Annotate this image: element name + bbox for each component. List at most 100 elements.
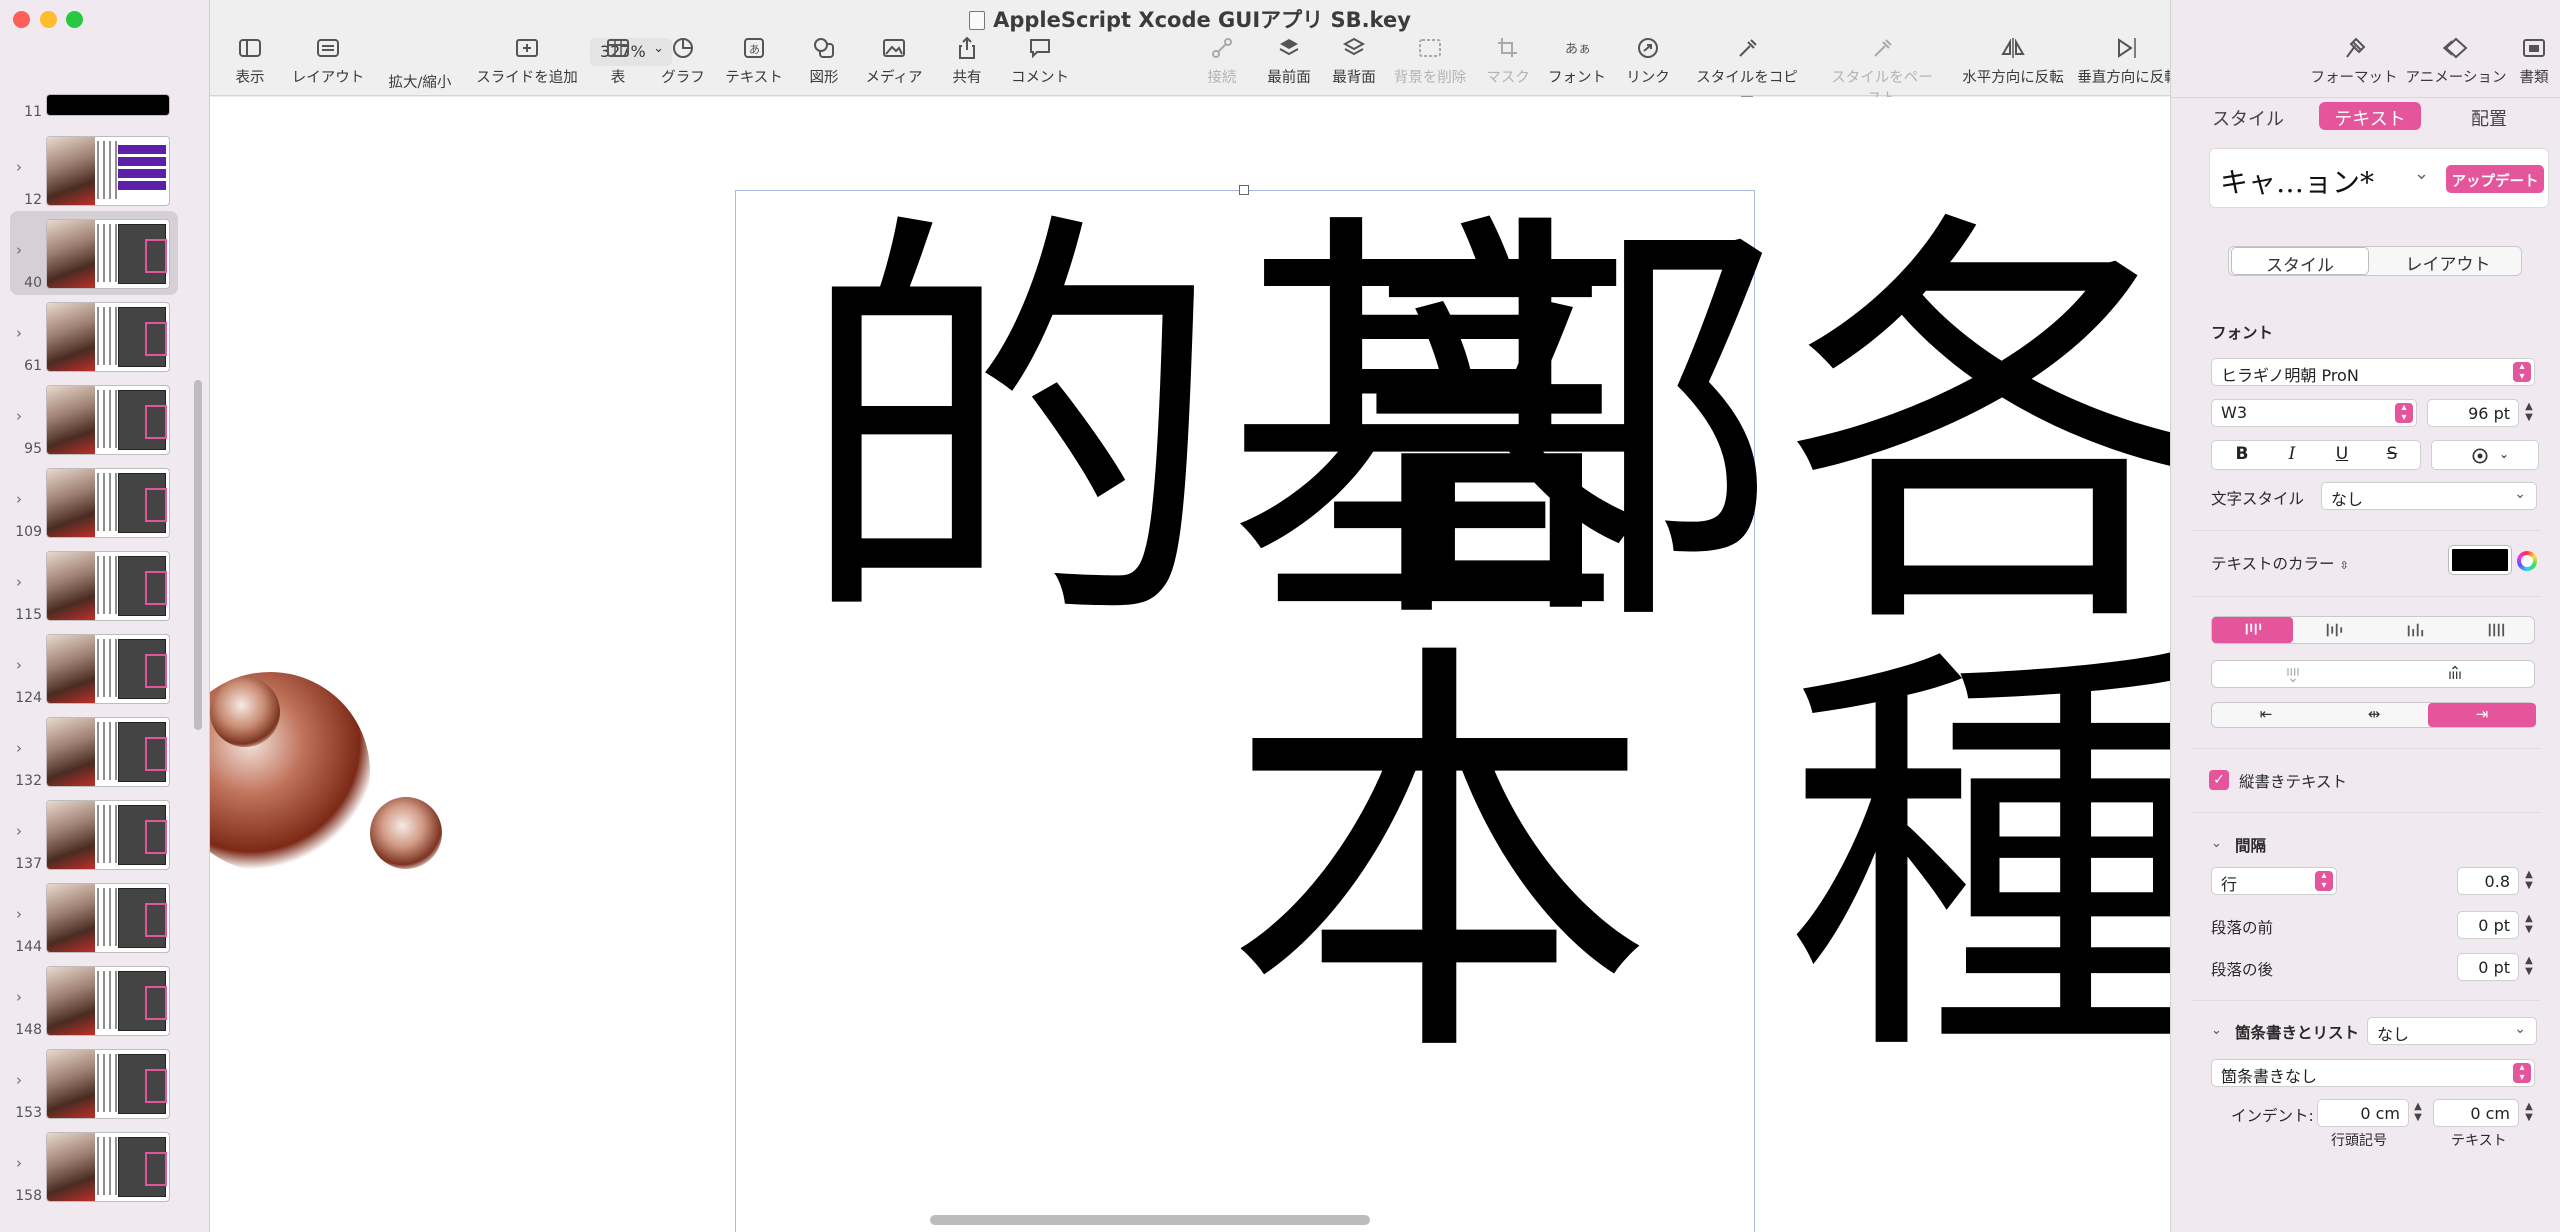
disclosure-chevron-icon[interactable]: ›	[16, 656, 22, 674]
slide-thumbnail-row[interactable]: › 144	[0, 875, 210, 959]
direction-left-button[interactable]: ⇤	[2212, 703, 2320, 727]
align-center-button[interactable]	[2293, 617, 2374, 643]
slide-thumbnail[interactable]	[46, 219, 170, 289]
resize-handle[interactable]	[1239, 185, 1249, 195]
align-top-button[interactable]	[2212, 617, 2293, 643]
line-spacing-field[interactable]: 0.8	[2457, 867, 2519, 895]
direction-right-button[interactable]: ⇥	[2428, 703, 2536, 727]
document-button[interactable]: 書類	[2479, 36, 2560, 87]
underline-button[interactable]: U	[2322, 444, 2362, 464]
slide-thumbnail[interactable]	[46, 136, 170, 206]
text-options-button[interactable]: ⌄	[2431, 440, 2539, 470]
bold-button[interactable]: B	[2222, 444, 2262, 464]
strikethrough-button[interactable]: S	[2372, 444, 2412, 464]
disclosure-chevron-icon[interactable]: ›	[16, 739, 22, 757]
decrease-level-button[interactable]	[2212, 661, 2374, 687]
disclosure-chevron-icon[interactable]: ›	[16, 158, 22, 176]
disclosure-chevron-icon[interactable]: ›	[16, 988, 22, 1006]
line-spacing-stepper[interactable]: ▲ ▼	[2522, 869, 2536, 891]
slide-thumbnail-row[interactable]: › 12	[0, 128, 210, 212]
update-button[interactable]: アップデート	[2446, 165, 2544, 193]
disclosure-chevron-icon[interactable]: ›	[16, 573, 22, 591]
increase-level-button[interactable]	[2374, 661, 2536, 687]
comment-button[interactable]: コメント	[985, 36, 1095, 87]
slide-thumbnail-row[interactable]: › 95	[0, 377, 210, 461]
space-before-field[interactable]: 0 pt	[2457, 911, 2519, 939]
font-size-stepper[interactable]: ▲ ▼	[2522, 401, 2536, 423]
text-color-well[interactable]	[2449, 546, 2511, 574]
flip-horizontal-button[interactable]: 水平方向に反転	[1958, 36, 2068, 87]
disclosure-chevron-icon[interactable]: ›	[16, 407, 22, 425]
text-color-label[interactable]: テキストのカラー ⇳	[2211, 552, 2349, 574]
slide-thumbnail-row[interactable]: › 40	[10, 211, 178, 295]
space-after-field[interactable]: 0 pt	[2457, 953, 2519, 981]
slide-thumbnail[interactable]	[46, 634, 170, 704]
slide-thumbnail[interactable]	[46, 385, 170, 455]
bullets-style-popup[interactable]: 箇条書きなし ▴ ▾	[2211, 1059, 2535, 1087]
slide-canvas[interactable]: 各種部 基本的	[210, 97, 2170, 1232]
slide-thumbnail-row[interactable]: › 132	[0, 709, 210, 793]
tab-text[interactable]: テキスト	[2319, 102, 2421, 130]
slide-thumbnail[interactable]	[46, 883, 170, 953]
slide-thumbnail[interactable]	[46, 717, 170, 787]
slide-thumbnail[interactable]	[46, 800, 170, 870]
font-family-popup[interactable]: ヒラギノ明朝 ProN ▴ ▾	[2211, 358, 2535, 386]
disclosure-chevron-icon[interactable]: ›	[16, 241, 22, 259]
paragraph-style-card[interactable]: キャ…ョン* ⌄ アップデート	[2209, 148, 2549, 208]
align-bottom-button[interactable]	[2374, 617, 2455, 643]
font-weight-popup[interactable]: W3 ▴ ▾	[2211, 399, 2417, 427]
subtab-layout[interactable]: レイアウト	[2375, 247, 2521, 275]
slide-thumbnail-row[interactable]: › 124	[0, 626, 210, 710]
indent-bullet-stepper[interactable]: ▲ ▼	[2411, 1101, 2425, 1123]
disclosure-chevron-icon[interactable]: ›	[16, 822, 22, 840]
slide-thumbnail-row[interactable]: › 61	[0, 294, 210, 378]
disclosure-chevron-icon[interactable]: ›	[16, 905, 22, 923]
space-before-stepper[interactable]: ▲ ▼	[2522, 913, 2536, 935]
flip-vertical-button[interactable]: 垂直方向に反転	[2073, 36, 2183, 87]
slide-thumbnail[interactable]	[46, 94, 170, 116]
align-justify-button[interactable]	[2455, 617, 2536, 643]
chevron-down-icon[interactable]: ⌄	[2211, 1023, 2222, 1038]
char-style-popup[interactable]: なし ⌄	[2321, 482, 2537, 510]
minimize-window-button[interactable]	[40, 11, 57, 28]
line-spacing-popup[interactable]: 行 ▴ ▾	[2211, 867, 2337, 895]
slide-thumbnail[interactable]	[46, 1132, 170, 1202]
indent-bullet-field[interactable]: 0 cm	[2317, 1099, 2409, 1127]
color-wheel-icon[interactable]	[2517, 551, 2537, 571]
disclosure-chevron-icon[interactable]: ›	[16, 490, 22, 508]
slide-thumbnail-row[interactable]: 11	[0, 60, 210, 126]
slide-thumbnail-row[interactable]: › 153	[0, 1041, 210, 1125]
disclosure-chevron-icon[interactable]: ›	[16, 324, 22, 342]
slide-thumbnail[interactable]	[46, 551, 170, 621]
slide-thumbnail-row[interactable]: › 148	[0, 958, 210, 1042]
direction-center-button[interactable]: ⇹	[2320, 703, 2428, 727]
indent-text-field[interactable]: 0 cm	[2433, 1099, 2519, 1127]
chevron-down-icon[interactable]: ⌄	[2414, 163, 2429, 184]
tab-style[interactable]: スタイル	[2196, 102, 2300, 130]
slide-thumbnail[interactable]	[46, 302, 170, 372]
format-button[interactable]: フォーマット	[2299, 32, 2409, 87]
indent-text-stepper[interactable]: ▲ ▼	[2522, 1101, 2536, 1123]
slide-thumbnail[interactable]	[46, 1049, 170, 1119]
zoom-window-button[interactable]	[66, 11, 83, 28]
close-window-button[interactable]	[13, 11, 30, 28]
font-size-field[interactable]: 96 pt	[2427, 399, 2519, 427]
horizontal-scrollbar[interactable]	[930, 1215, 1370, 1225]
chevron-down-icon[interactable]: ⌄	[2211, 836, 2222, 851]
slide-thumbnail-row[interactable]: › 115	[0, 543, 210, 627]
subtab-style[interactable]: スタイル	[2231, 247, 2369, 276]
disclosure-chevron-icon[interactable]: ›	[16, 1154, 22, 1172]
disclosure-chevron-icon[interactable]: ›	[16, 1071, 22, 1089]
sidebar-scrollbar[interactable]	[194, 380, 202, 730]
vertical-text-checkbox[interactable]: ✓	[2209, 770, 2229, 790]
italic-button[interactable]: I	[2272, 444, 2312, 464]
link-button[interactable]: リンク	[1593, 36, 1703, 87]
space-after-stepper[interactable]: ▲ ▼	[2522, 955, 2536, 977]
slide-thumbnail-row[interactable]: › 137	[0, 792, 210, 876]
slide-thumbnail-row[interactable]: › 109	[0, 460, 210, 544]
slide-thumbnail[interactable]	[46, 468, 170, 538]
slide-thumbnail-row[interactable]: › 158	[0, 1124, 210, 1208]
tab-arrange[interactable]: 配置	[2437, 102, 2541, 130]
slide-thumbnail[interactable]	[46, 966, 170, 1036]
bullets-type-popup[interactable]: なし ⌄	[2367, 1017, 2537, 1045]
